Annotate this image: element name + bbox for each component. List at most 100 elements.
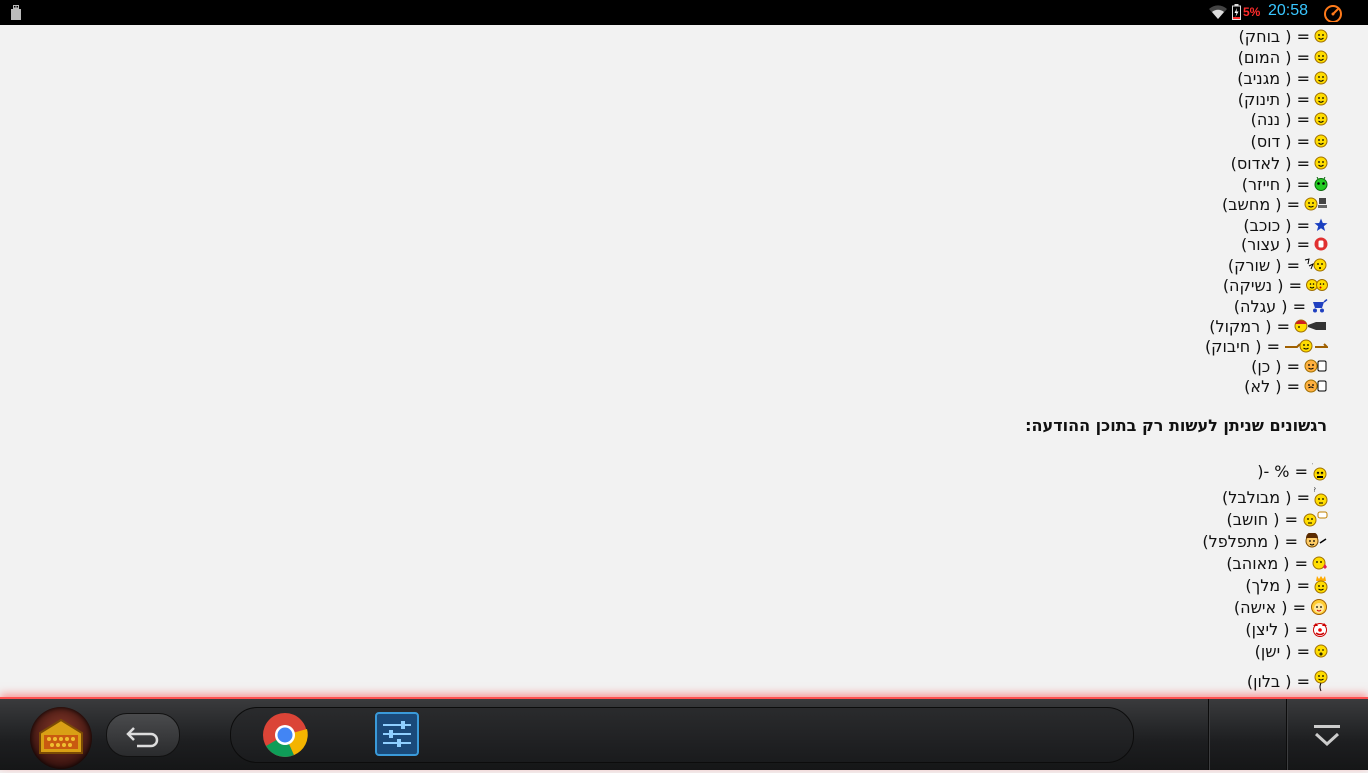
emoticon-label: = ( עצור): [1241, 234, 1310, 254]
kiss-faces-icon: [1306, 278, 1328, 292]
emoticon-label: = ( תינוק): [1237, 89, 1310, 109]
emoticon-label: = ( מלך): [1245, 575, 1310, 595]
nav-divider: [1286, 699, 1287, 770]
balloon-face-icon: [1314, 670, 1328, 692]
emoticon-row: = ( מגניב): [1237, 68, 1328, 88]
emoticon-label: = ( בלון): [1246, 671, 1310, 691]
alien-face-icon: [1314, 177, 1328, 191]
whistling-face-icon: [1304, 258, 1328, 272]
svg-text:???: ???: [1314, 487, 1316, 494]
stroller-icon: [1310, 299, 1328, 313]
emoticon-label: = ( כוכב): [1243, 215, 1310, 235]
woman-face-icon: [1310, 599, 1328, 615]
baby-face-icon: [1314, 92, 1328, 106]
app-dock: [230, 707, 1134, 763]
emoticon-row: = ( מתפלפל): [1202, 531, 1328, 551]
laughing-face-icon: [1314, 29, 1328, 43]
emoticon-label: = ( מחשב): [1222, 194, 1300, 214]
emoticon-row: = ( עצור): [1241, 234, 1328, 254]
star-icon: [1314, 218, 1328, 232]
question-face-icon: ???: [1314, 487, 1328, 507]
shocked-face-icon: [1314, 50, 1328, 64]
emoticon-label: = ( שורק): [1227, 255, 1300, 275]
emoticon-row: = ( לאדוס): [1231, 153, 1328, 173]
svg-text:#*?: #*?: [1312, 461, 1313, 468]
emoticon-label: = ( המום): [1237, 47, 1310, 67]
cool-face-icon: [1314, 71, 1328, 85]
emoticon-label: = ( חושב): [1226, 509, 1298, 529]
hug-face-icon: [1284, 339, 1328, 353]
chrome-icon[interactable]: [261, 711, 309, 759]
emoticon-row: = ( נשיקה): [1223, 275, 1328, 295]
emoticon-label: = ( נשיקה): [1222, 275, 1302, 295]
emoticon-label: = ( ישן): [1254, 641, 1310, 661]
usb-icon: [11, 5, 21, 20]
sleeping-face-icon: [1314, 644, 1328, 658]
emoticon-label: = ( מבולבל): [1222, 487, 1310, 507]
tongue-face-icon: [1314, 112, 1328, 126]
emoticon-row: = ( כוכב): [1243, 215, 1328, 235]
emoticon-row: = ( כן): [1251, 356, 1328, 376]
megaphone-face-icon: [1294, 319, 1328, 333]
confused-symbols-face-icon: #*?: [1312, 461, 1328, 481]
emoticon-row: #*? = % -(: [1257, 461, 1328, 481]
arguing-face-icon: [1302, 533, 1328, 549]
home-icon: [39, 718, 83, 754]
emoticon-label: = ( רמקול): [1209, 316, 1290, 336]
emoticon-label: = ( חיבוק): [1204, 336, 1280, 356]
clock-time: 20:58: [1268, 2, 1309, 19]
emoticon-label: = ( ננה): [1250, 109, 1310, 129]
emoticon-row: = ( עגלה): [1234, 296, 1328, 316]
emoticon-row: = ( חיבוק): [1205, 336, 1328, 356]
emoticon-label: = ( חייזר): [1241, 174, 1310, 194]
battery-percent: 5%: [1243, 5, 1261, 19]
emoticon-list-page[interactable]: = ( בוחק) = ( המום) = ( מגניב) = ( תינוק) = …: [0, 25, 1368, 697]
thinking-face-icon: [1302, 511, 1328, 527]
battery-charging-icon: [1232, 4, 1241, 20]
emoticon-row: = ( ליצן): [1245, 619, 1328, 639]
emoticon-row: = ( ננה): [1251, 109, 1328, 129]
menu-down-button[interactable]: [1312, 723, 1342, 749]
emoticon-label: = ( אישה): [1233, 597, 1306, 617]
speed-gauge-icon[interactable]: [1323, 4, 1343, 22]
emoticon-row: = ( מאוהב): [1226, 553, 1328, 573]
section-title: רגשונים שניתן לעשות רק בתוכן ההודעה:: [1025, 416, 1327, 435]
emoticon-row: = ( בוחק): [1239, 26, 1328, 46]
navigation-bar: [0, 697, 1368, 770]
emoticon-row: = ( אישה): [1234, 597, 1328, 617]
emoticon-row: = ( רמקול): [1209, 316, 1328, 336]
emoticon-row: = ( חייזר): [1242, 174, 1328, 194]
emoticon-label: = ( מאוהב): [1226, 553, 1308, 573]
emoticon-label: = ( דוס): [1250, 131, 1310, 151]
clown-face-icon: [1312, 621, 1328, 637]
emoticon-row: = ( לא): [1244, 376, 1328, 396]
emoticon-label: = ( כן): [1251, 356, 1300, 376]
yes-face-icon: [1304, 359, 1328, 373]
back-arrow-icon: [126, 727, 159, 748]
nav-divider: [1208, 699, 1209, 770]
emoticon-row: = ( מלך): [1245, 575, 1328, 595]
computer-face-icon: [1304, 197, 1328, 211]
not-religious-face-icon: [1314, 156, 1328, 170]
settings-sliders-icon[interactable]: [375, 712, 419, 756]
emoticon-row: ??? = ( מבולבל): [1222, 487, 1328, 507]
status-bar: 5% 20:58: [0, 0, 1368, 25]
emoticon-row: = ( ישן): [1255, 641, 1328, 661]
in-love-face-icon: [1312, 556, 1328, 570]
stop-hand-icon: [1314, 237, 1328, 251]
home-button[interactable]: [30, 707, 92, 769]
emoticon-row: = ( מחשב): [1222, 194, 1328, 214]
emoticon-label: = ( לאדוס): [1230, 153, 1310, 173]
no-face-icon: [1304, 379, 1328, 393]
king-face-icon: [1314, 576, 1328, 594]
back-button[interactable]: [106, 713, 180, 757]
emoticon-row: = ( המום): [1238, 47, 1328, 67]
emoticon-row: = ( בלון): [1246, 670, 1328, 692]
emoticon-row: = ( שורק): [1228, 255, 1328, 275]
emoticon-label: = ( לא): [1244, 376, 1300, 396]
wifi-icon: [1209, 5, 1227, 19]
emoticon-label: = ( עגלה): [1233, 296, 1306, 316]
emoticon-label: = ( ליצן): [1245, 619, 1308, 639]
emoticon-label: = % -(: [1257, 461, 1308, 481]
emoticon-row: = ( תינוק): [1238, 89, 1328, 109]
